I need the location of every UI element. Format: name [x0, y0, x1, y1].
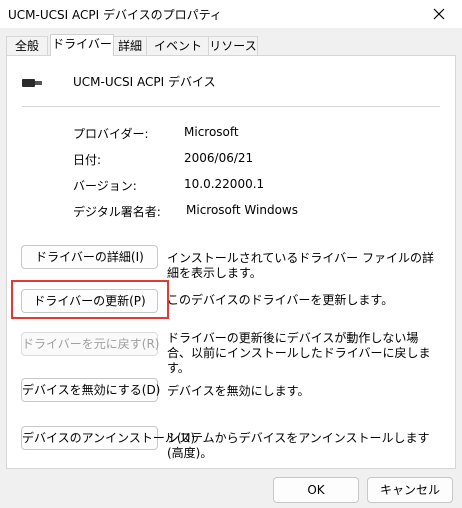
uninstall-device-description: システムからデバイスをアンインストールします (高度)。: [167, 431, 430, 460]
provider-label: プロバイダー:: [73, 127, 149, 141]
usb-device-icon: [22, 77, 42, 92]
divider-top: [22, 106, 440, 107]
tab-general[interactable]: 全般: [6, 36, 48, 55]
driver-details-button[interactable]: ドライバーの詳細(I): [21, 245, 158, 269]
signer-value: Microsoft Windows: [186, 203, 298, 217]
date-value: 2006/06/21: [184, 151, 254, 165]
close-button[interactable]: [416, 0, 462, 28]
rollback-driver-button[interactable]: ドライバーを元に戻す(R): [21, 332, 159, 356]
title-bar: UCM-UCSI ACPI デバイスのプロパティ: [0, 0, 462, 28]
window-title: UCM-UCSI ACPI デバイスのプロパティ: [8, 8, 222, 22]
version-label: バージョン:: [73, 179, 137, 193]
device-name: UCM-UCSI ACPI デバイス: [73, 75, 216, 89]
uninstall-device-button[interactable]: デバイスのアンインストール(U): [21, 426, 195, 450]
ok-button[interactable]: OK: [273, 477, 359, 503]
disable-device-button[interactable]: デバイスを無効にする(D): [21, 378, 160, 402]
signer-label: デジタル署名者:: [73, 205, 161, 219]
driver-details-description: インストールされているドライバー ファイルの詳細を表示します。: [167, 251, 434, 280]
cancel-button[interactable]: キャンセル: [367, 477, 453, 503]
update-driver-button[interactable]: ドライバーの更新(P): [21, 289, 158, 313]
update-driver-description: このデバイスのドライバーを更新します。: [167, 293, 394, 307]
tab-resources[interactable]: リソース: [208, 36, 258, 55]
close-icon: [433, 8, 445, 20]
disable-device-description: デバイスを無効にします。: [167, 384, 310, 398]
tab-events[interactable]: イベント: [146, 36, 210, 55]
version-value: 10.0.22000.1: [184, 177, 265, 191]
tab-driver[interactable]: ドライバー: [50, 34, 114, 56]
date-label: 日付:: [73, 153, 102, 167]
rollback-driver-description: ドライバーの更新後にデバイスが動作しない場合、以前にインストールしたドライバーに…: [167, 331, 431, 375]
tab-details[interactable]: 詳細: [112, 36, 148, 55]
provider-value: Microsoft: [184, 125, 239, 139]
